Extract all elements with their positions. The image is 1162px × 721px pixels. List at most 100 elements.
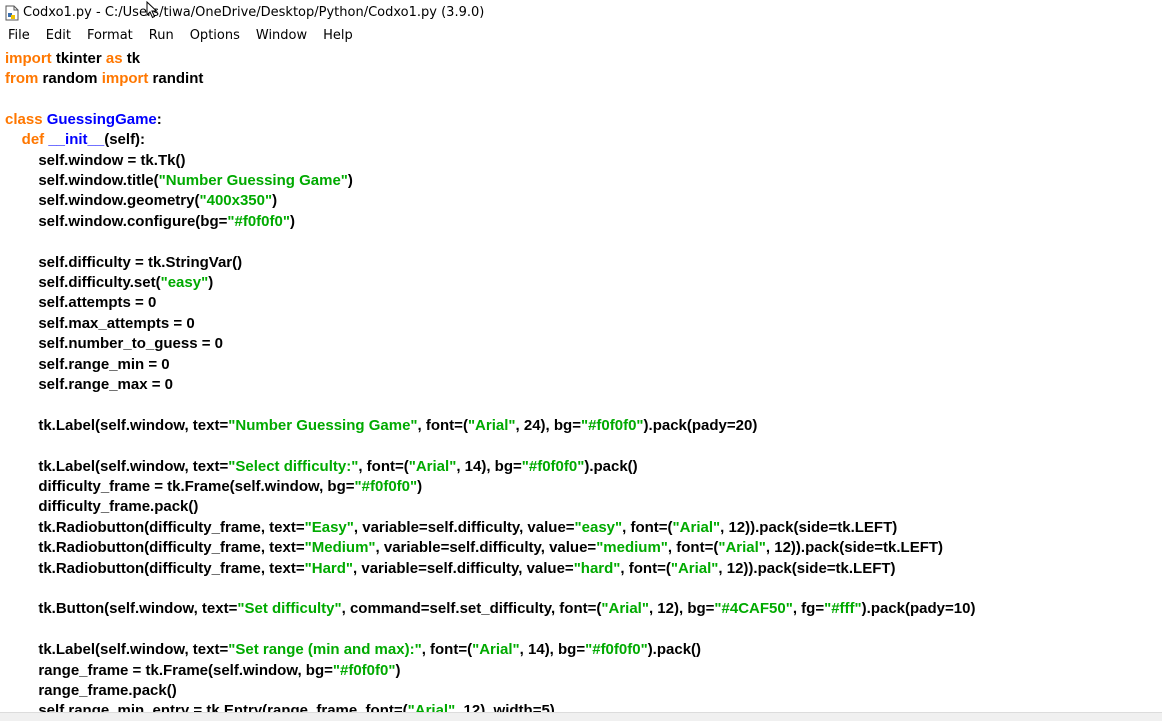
menu-window[interactable]: Window [248,25,315,47]
python-file-icon [5,5,19,21]
code-token: tk.Label(self.window, text= [5,457,229,475]
menu-help[interactable]: Help [315,25,361,47]
code-token: "medium" [596,539,668,557]
menu-run[interactable]: Run [141,25,182,47]
code-token: import [5,49,52,67]
code-line[interactable]: tk.Button(self.window, text="Set difficu… [5,599,975,619]
code-token: self.difficulty.set( [5,273,161,291]
code-token: , 12), bg= [648,600,715,618]
menu-file[interactable]: File [0,25,38,47]
code-token: ) [395,661,401,679]
code-token: "Arial" [407,702,456,712]
code-editor[interactable]: import tkinter as tk from random import r… [0,48,1162,712]
code-token: "Arial" [472,641,520,659]
code-line[interactable]: from random import randint [5,69,203,89]
code-token: difficulty_frame.pack() [5,498,199,516]
code-line[interactable]: difficulty_frame.pack() [5,497,198,517]
code-token: , variable=self.difficulty, value= [353,559,574,577]
code-token: "#f0f0f0" [227,212,290,230]
code-token: "Medium" [304,539,376,557]
code-token: , 12)).pack(side=tk.LEFT) [765,539,944,557]
code-line[interactable]: range_frame = tk.Frame(self.window, bg="… [5,661,400,681]
code-token: tk.Radiobutton(difficulty_frame, text= [5,539,305,557]
code-token: self.window.configure(bg= [5,212,228,230]
code-token: "easy" [574,518,623,536]
code-line[interactable]: self.difficulty = tk.StringVar() [5,253,242,273]
code-line[interactable]: self.window.title("Number Guessing Game"… [5,171,353,191]
code-line[interactable]: self.max_attempts = 0 [5,314,195,334]
code-token: tk.Button(self.window, text= [5,600,238,618]
code-token: ).pack() [647,641,702,659]
code-token: , font=( [620,559,671,577]
code-token: def [21,131,45,149]
code-line[interactable]: self.window = tk.Tk() [5,151,185,171]
code-token: , variable=self.difficulty, value= [375,539,597,557]
code-token: , variable=self.difficulty, value= [353,518,575,536]
code-token: , 12), width=5) [455,702,555,712]
code-token: range_frame = tk.Frame(self.window, bg= [5,661,333,679]
code-line[interactable]: difficulty_frame = tk.Frame(self.window,… [5,477,422,497]
code-token: ) [272,192,278,210]
code-token: , font=( [622,518,673,536]
code-token: (self): [104,131,146,149]
code-token: tk.Radiobutton(difficulty_frame, text= [5,518,305,536]
code-line[interactable]: import tkinter as tk [5,49,140,69]
code-token: "Easy" [304,518,354,536]
code-line[interactable]: tk.Label(self.window, text="Number Guess… [5,416,757,436]
code-token: tk.Radiobutton(difficulty_frame, text= [5,559,305,577]
code-token: "Arial" [601,600,649,618]
code-token: , 12)).pack(side=tk.LEFT) [720,518,898,536]
code-line[interactable]: range_frame.pack() [5,681,176,701]
code-line[interactable]: tk.Label(self.window, text="Set range (m… [5,640,701,660]
code-line[interactable]: self.difficulty.set("easy") [5,273,213,293]
code-token: , command=self.set_difficulty, font=( [341,600,602,618]
code-token: "#f0f0f0" [585,641,648,659]
code-line[interactable]: self.range_min_entry = tk.Entry(range_fr… [5,701,555,712]
code-line[interactable]: self.number_to_guess = 0 [5,334,223,354]
code-token: : [156,110,162,128]
code-line[interactable]: self.range_max = 0 [5,375,173,395]
code-token: ).pack(pady=10) [861,600,976,618]
code-line[interactable]: tk.Radiobutton(difficulty_frame, text="E… [5,518,897,538]
code-token: ) [347,171,353,189]
code-token: "#f0f0f0" [580,416,644,434]
code-token: "Arial" [467,416,516,434]
code-token: randint [148,69,204,87]
window-title: Codxo1.py - C:/Users/tiwa/OneDrive/Deskt… [23,5,485,20]
code-line[interactable]: tk.Radiobutton(difficulty_frame, text="M… [5,538,943,558]
code-token: , 24), bg= [515,416,581,434]
code-token: , 14), bg= [519,641,586,659]
code-token: , font=( [417,416,468,434]
title-bar: Codxo1.py - C:/Users/tiwa/OneDrive/Deskt… [0,0,1162,25]
mouse-cursor-icon [146,1,158,19]
code-token: as [105,49,123,67]
code-token: "Arial" [718,539,766,557]
code-token: self.max_attempts = 0 [5,314,195,332]
code-token: random [38,69,102,87]
code-token: self.window = tk.Tk() [5,151,186,169]
menu-format[interactable]: Format [79,25,141,47]
code-token: "#fff" [824,600,862,618]
code-token: "Arial" [408,457,457,475]
code-line[interactable]: tk.Label(self.window, text="Select diffi… [5,457,637,477]
code-line[interactable]: self.range_min = 0 [5,355,169,375]
menu-edit[interactable]: Edit [38,25,79,47]
code-line[interactable]: def __init__(self): [5,130,145,150]
code-token: "400x350" [199,192,273,210]
code-token: "Select difficulty:" [228,457,359,475]
code-line[interactable]: self.window.configure(bg="#f0f0f0") [5,212,295,232]
code-line[interactable]: tk.Radiobutton(difficulty_frame, text="H… [5,559,895,579]
code-line[interactable]: self.window.geometry("400x350") [5,191,277,211]
code-line[interactable]: self.attempts = 0 [5,293,156,313]
code-token: , fg= [792,600,825,618]
code-token: ) [417,477,423,495]
code-token: "Arial" [670,559,719,577]
code-token: ) [289,212,295,230]
code-token: "Set range (min and max):" [228,641,422,659]
menu-options[interactable]: Options [182,25,248,47]
code-token: GuessingGame [46,110,157,128]
code-token: "Number Guessing Game" [228,416,418,434]
menu-bar: File Edit Format Run Options Window Help [0,25,1162,47]
code-line[interactable]: class GuessingGame: [5,110,162,130]
code-token: tk.Label(self.window, text= [5,641,229,659]
